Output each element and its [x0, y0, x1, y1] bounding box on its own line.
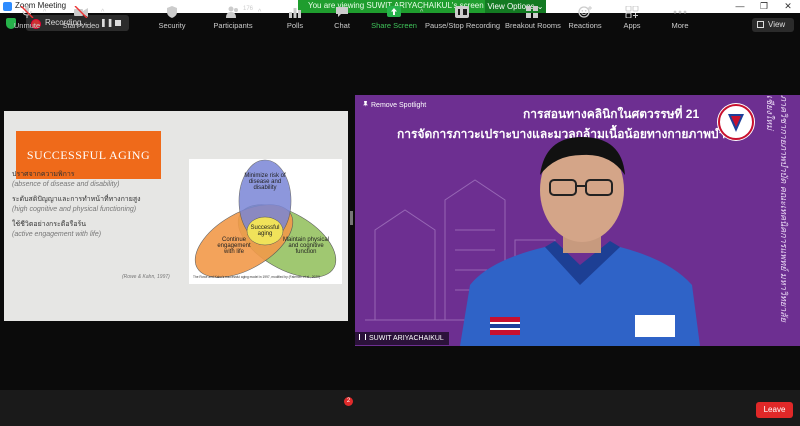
slide-citation: (Rowe & Kahn, 1997)	[122, 274, 170, 280]
venn-label-right: Maintain physical and cognitive function	[282, 237, 330, 255]
security-shield-toolbar-icon	[167, 6, 177, 18]
breakout-rooms-icon	[526, 6, 538, 18]
minimize-button[interactable]: —	[728, 0, 752, 13]
share-screen-button[interactable]: Share Screen	[370, 6, 418, 30]
participants-icon	[226, 6, 238, 18]
participants-caret[interactable]: ^	[258, 9, 261, 16]
zoom-app-icon	[3, 2, 12, 11]
reactions-label: Reactions	[568, 21, 602, 30]
muted-microphone-icon	[20, 6, 34, 18]
unmute-button[interactable]: Unmute	[12, 6, 42, 30]
participant-name: SUWIT ARIYACHAIKUL	[369, 335, 444, 342]
participants-label: Participants	[213, 21, 253, 30]
venn-label-center: Successful aging	[250, 225, 280, 237]
venn-label-left: Continue engagement with life	[217, 237, 251, 255]
polls-label: Polls	[286, 21, 304, 30]
split-divider-handle[interactable]	[350, 211, 353, 225]
leave-button[interactable]: Leave	[756, 402, 793, 418]
view-button-label: View	[768, 20, 786, 29]
pause-stop-recording-label: Pause/Stop Recording	[425, 21, 501, 30]
security-button[interactable]: Security	[158, 6, 186, 30]
more-dots-icon	[673, 10, 687, 14]
window-controls: — ❐ ✕	[728, 0, 800, 13]
venn-label-top: Minimize risk of disease and disability	[244, 173, 286, 191]
unmute-label: Unmute	[13, 21, 41, 30]
definition-en-3: (active engagement with life)	[12, 231, 102, 238]
more-button[interactable]: More	[668, 6, 692, 30]
pause-stop-recording-button[interactable]: Pause/Stop Recording	[425, 6, 501, 30]
start-video-button[interactable]: Start Video	[62, 6, 100, 30]
breakout-rooms-label: Breakout Rooms	[505, 21, 561, 30]
department-vertical-text: ภาควิชากายภาพบำบัด คณะเทคนิคการแพทย์ มหา…	[765, 95, 789, 322]
video-off-icon	[74, 6, 88, 18]
chat-button[interactable]: Chat	[331, 6, 353, 30]
venn-caption: The Rowe and Kahn's successful aging mod…	[193, 275, 320, 279]
audio-options-caret[interactable]: ^	[43, 9, 46, 16]
slide-title: SUCCESSFUL AGING	[26, 148, 151, 162]
shield-logo-icon	[718, 104, 754, 140]
polls-button[interactable]: Polls	[284, 6, 306, 30]
apps-button[interactable]: Apps	[620, 6, 644, 30]
share-screen-caret[interactable]: ^	[420, 9, 423, 16]
chat-unread-badge: 2	[344, 397, 353, 406]
flag-patch-blue	[490, 324, 520, 328]
polls-icon	[289, 8, 301, 18]
reactions-smiley-icon	[578, 6, 592, 18]
grid-icon	[757, 21, 764, 28]
reactions-button[interactable]: Reactions	[567, 6, 603, 30]
more-label: More	[671, 21, 689, 30]
share-screen-icon	[387, 6, 401, 17]
share-screen-label: Share Screen	[371, 21, 417, 30]
video-options-caret[interactable]: ^	[101, 9, 104, 16]
venn-diagram-panel: Minimize risk of disease and disability …	[189, 159, 342, 284]
definition-thai-3: ใช้ชีวิตอย่างกระตือรือร้น	[12, 221, 87, 228]
close-window-button[interactable]: ✕	[776, 0, 800, 13]
definition-en-2: (high cognitive and physical functioning…	[12, 206, 137, 213]
chat-icon	[336, 7, 348, 17]
audio-level-icon	[359, 334, 366, 340]
maximize-button[interactable]: ❐	[752, 0, 776, 13]
breakout-rooms-button[interactable]: Breakout Rooms	[505, 6, 561, 30]
pause-stop-recording-icon	[455, 6, 469, 18]
university-logo	[717, 103, 755, 141]
jacket-logo-patch	[635, 315, 675, 337]
remove-spotlight-label: Remove Spotlight	[371, 102, 427, 109]
apps-label: Apps	[623, 21, 641, 30]
definition-en-1: (absence of disease and disability)	[12, 181, 120, 188]
definition-thai-2: ระดับสติปัญญาและการทำหน้าที่ทางกายสูง	[12, 196, 141, 203]
apps-icon	[625, 6, 639, 18]
pause-recording-icon[interactable]: ❚❚	[100, 18, 113, 27]
participants-count: 176	[243, 6, 254, 12]
speaker-video-tile[interactable]: การสอนทางคลินิกในศตวรรษที่ 21 การจัดการภ…	[355, 95, 800, 346]
definition-thai-1: ปราศจากความพิการ	[12, 171, 75, 178]
shared-screen-slide: SUCCESSFUL AGING ปราศจากความพิการ (absen…	[4, 111, 348, 321]
stop-recording-icon[interactable]	[115, 20, 121, 26]
security-label: Security	[158, 21, 186, 30]
meeting-toolbar	[0, 390, 800, 426]
participant-name-tag: SUWIT ARIYACHAIKUL	[355, 332, 449, 345]
start-video-label: Start Video	[62, 21, 100, 30]
speaker-figure	[460, 137, 700, 346]
view-button[interactable]: View	[752, 18, 794, 32]
remove-spotlight-button[interactable]: Remove Spotlight	[363, 101, 426, 109]
chat-label: Chat	[334, 21, 350, 30]
video-heading-line1: การสอนทางคลินิกในศตวรรษที่ 21	[523, 107, 700, 121]
pin-icon	[363, 101, 368, 107]
